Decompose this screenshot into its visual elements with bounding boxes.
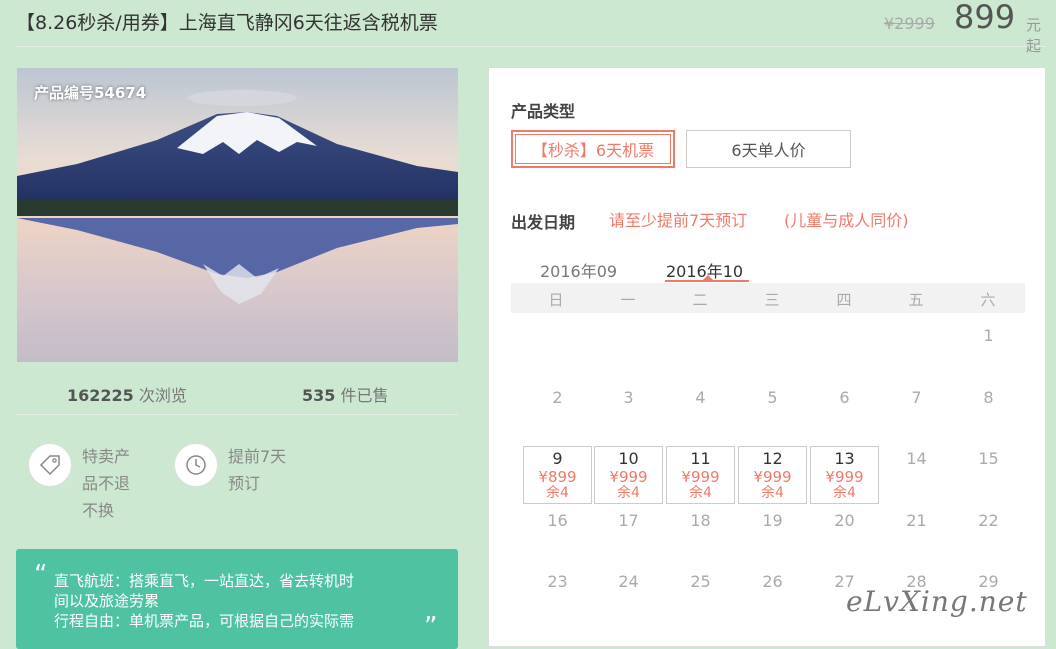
day-number: 10 (618, 449, 639, 468)
highlight-line: 直飞航班：搭乘直飞，一站直达，省去转机时 (54, 572, 355, 590)
calendar-day: 6 (839, 388, 850, 407)
day-remaining: 余4 (546, 485, 569, 501)
day-price: ¥899 (538, 468, 577, 486)
calendar-day: 15 (978, 449, 999, 468)
calendar-day-available[interactable]: 11 ¥999 余4 (666, 446, 735, 504)
calendar-day: 24 (618, 572, 639, 591)
day-price: ¥999 (825, 468, 864, 486)
calendar-day: 17 (618, 511, 639, 530)
clock-icon (174, 443, 218, 487)
booking-hint: 请至少提前7天预订 (609, 211, 748, 230)
original-price: ¥2999 (884, 14, 935, 33)
day-remaining: 余4 (761, 485, 784, 501)
view-count-label: 次浏览 (138, 386, 187, 405)
calendar-day: 26 (762, 572, 783, 591)
calendar-day: 4 (695, 388, 706, 407)
product-title: 【8.26秒杀/用券】上海直飞静冈6天往返含税机票 (16, 12, 438, 34)
price-suffix: 元起 (1026, 16, 1042, 55)
weekday: 六 (980, 291, 996, 309)
open-quote-icon: “ (34, 560, 48, 590)
feature-line: 提前7天 (228, 447, 287, 466)
calendar-day: 22 (978, 511, 999, 530)
day-number: 11 (690, 449, 711, 468)
highlight-line: 行程自由：单机票产品，可根据自己的实际需 (54, 612, 355, 630)
day-number: 9 (552, 449, 563, 468)
calendar-day: 16 (547, 511, 568, 530)
current-price: 899 (954, 0, 1016, 36)
sold-count-label: 件已售 (340, 386, 389, 405)
calendar-day: 18 (690, 511, 711, 530)
day-remaining: 余4 (833, 485, 856, 501)
type-option-single-price[interactable]: 6天单人价 (686, 130, 851, 168)
calendar-day-available[interactable]: 9 ¥899 余4 (523, 446, 592, 504)
stats-bar: 162225 次浏览 535 件已售 (17, 370, 458, 415)
calendar-day-available[interactable]: 12 ¥999 余4 (738, 446, 807, 504)
product-number: 产品编号54674 (34, 84, 147, 102)
product-type-label: 产品类型 (511, 102, 576, 121)
weekday: 四 (836, 291, 852, 309)
caret-up-icon (703, 275, 713, 280)
feature-line: 预订 (228, 474, 261, 493)
tag-icon (28, 443, 72, 487)
calendar-day: 21 (906, 511, 927, 530)
calendar-day: 20 (834, 511, 855, 530)
calendar-day: 25 (690, 572, 711, 591)
weekday: 一 (620, 291, 636, 309)
feature-line: 品不退 (82, 474, 131, 493)
month-tab-sep[interactable]: 2016年09 (540, 258, 617, 282)
site-watermark: eLvXing.net (846, 585, 1028, 618)
calendar-day: 2 (552, 388, 563, 407)
departure-date-label: 出发日期 (511, 213, 576, 232)
feature-book-ahead: 提前7天 预订 (174, 443, 304, 503)
weekday-header: 日 一 二 三 四 五 六 (511, 283, 1025, 313)
calendar-day-available[interactable]: 13 ¥999 余4 (810, 446, 879, 504)
booking-panel: 产品类型 【秒杀】6天机票 6天单人价 出发日期 请至少提前7天预订 (儿童与成… (488, 67, 1046, 647)
calendar-day: 1 (983, 326, 994, 345)
day-remaining: 余4 (689, 485, 712, 501)
calendar-day: 7 (911, 388, 922, 407)
view-count: 162225 次浏览 (67, 382, 187, 406)
view-count-number: 162225 (67, 386, 134, 405)
weekday: 五 (908, 291, 924, 309)
close-quote-icon: ” (424, 612, 438, 642)
product-photo: 产品编号54674 (17, 68, 458, 362)
calendar-day: 19 (762, 511, 783, 530)
type-option-flash-sale[interactable]: 【秒杀】6天机票 (511, 130, 675, 168)
calendar-day: 3 (623, 388, 634, 407)
highlights-box: “ 直飞航班：搭乘直飞，一站直达，省去转机时 间以及旅途劳累 行程自由：单机票产… (16, 549, 458, 649)
active-month-indicator (665, 280, 749, 282)
highlight-line: 间以及旅途劳累 (54, 592, 160, 610)
feature-line: 特卖产 (82, 447, 131, 466)
feature-line: 不换 (82, 501, 115, 520)
mount-fuji-image (17, 68, 458, 362)
day-price: ¥999 (609, 468, 648, 486)
child-price-hint: (儿童与成人同价) (784, 211, 909, 230)
weekday: 三 (764, 291, 780, 309)
weekday: 二 (692, 291, 708, 309)
day-remaining: 余4 (617, 485, 640, 501)
feature-no-refund: 特卖产 品不退 不换 (28, 443, 158, 533)
calendar-day: 14 (906, 449, 927, 468)
sold-count: 535 件已售 (302, 382, 389, 406)
calendar-day-available[interactable]: 10 ¥999 余4 (594, 446, 663, 504)
calendar-day: 5 (767, 388, 778, 407)
title-bar: 【8.26秒杀/用券】上海直飞静冈6天往返含税机票 ¥2999 899 元起 (16, 0, 1046, 55)
weekday: 日 (548, 291, 564, 309)
calendar-day: 23 (547, 572, 568, 591)
day-number: 12 (762, 449, 783, 468)
day-price: ¥999 (681, 468, 720, 486)
sold-count-number: 535 (302, 386, 336, 405)
calendar-day: 8 (983, 388, 994, 407)
day-number: 13 (834, 449, 855, 468)
day-price: ¥999 (753, 468, 792, 486)
